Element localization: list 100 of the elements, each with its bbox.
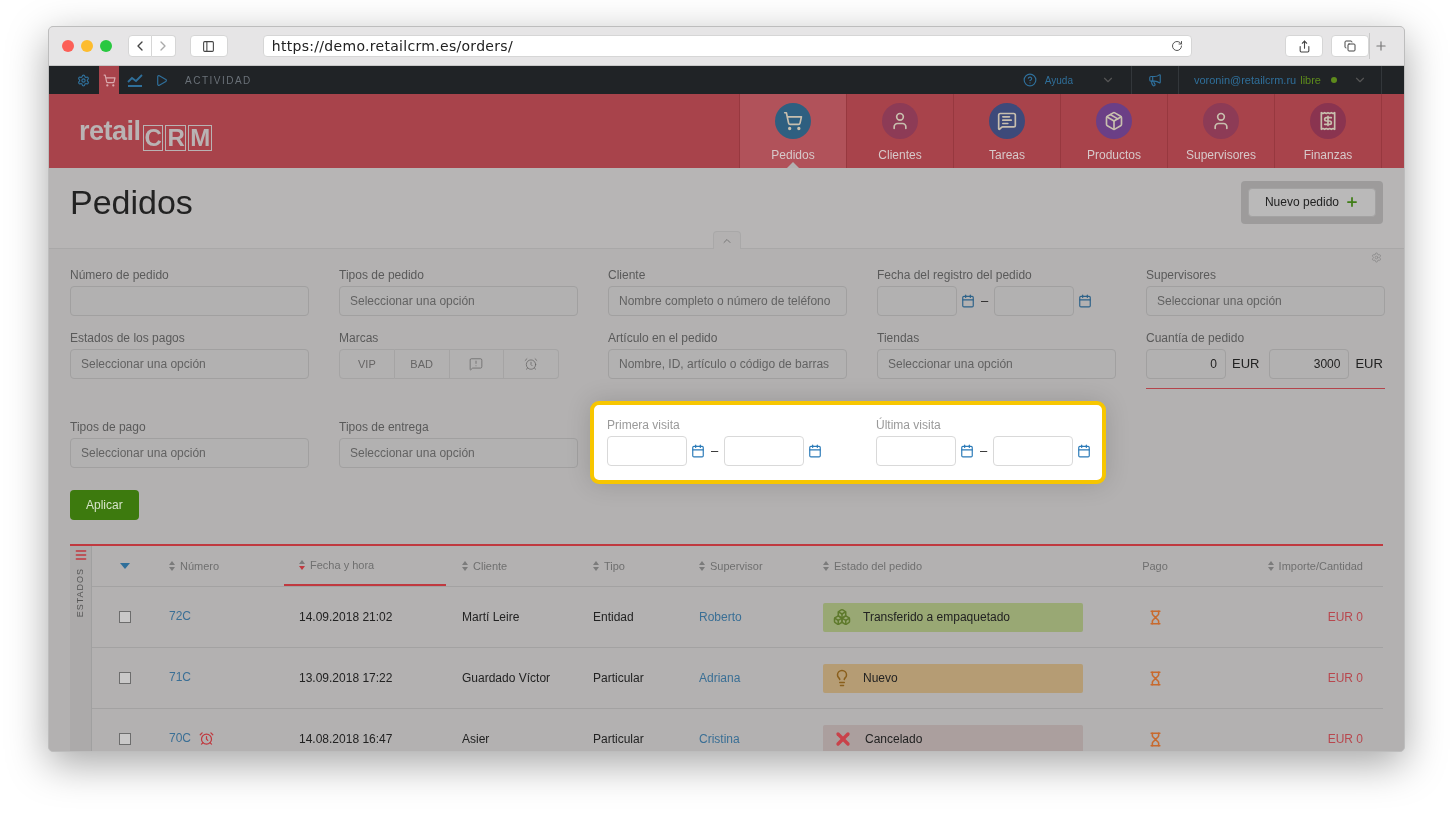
column-header[interactable]: Número bbox=[158, 546, 284, 586]
date-input[interactable] bbox=[607, 436, 687, 466]
type-cell-text: Particular bbox=[593, 731, 644, 748]
maximize-window-button[interactable] bbox=[100, 40, 112, 52]
client-cell-text: Martí Leire bbox=[462, 609, 520, 626]
status-sidebar[interactable]: ESTADOS bbox=[70, 546, 92, 751]
sidebar-toggle-button[interactable] bbox=[189, 35, 228, 57]
cart-tab[interactable] bbox=[99, 66, 119, 94]
calendar-icon[interactable] bbox=[960, 444, 974, 458]
mark-toggle[interactable]: VIP bbox=[339, 349, 395, 379]
plus-icon bbox=[1345, 195, 1359, 209]
filter-label: Fecha del registro del pedido bbox=[877, 267, 1033, 283]
menu-icon[interactable] bbox=[73, 548, 88, 562]
select-field[interactable]: Seleccionar una opción bbox=[1146, 286, 1385, 316]
nav-tab[interactable]: Productos bbox=[1060, 94, 1167, 168]
sort-icon bbox=[169, 561, 175, 571]
nav-tab[interactable]: Tareas bbox=[953, 94, 1060, 168]
supervisor-link[interactable]: Adriana bbox=[699, 669, 741, 687]
share-icon bbox=[1297, 39, 1311, 53]
settings-icon[interactable] bbox=[1371, 252, 1382, 263]
sort-icon bbox=[299, 560, 305, 570]
status-label: Nuevo bbox=[863, 670, 898, 687]
status-sidebar-label: ESTADOS bbox=[73, 568, 86, 618]
calendar-icon[interactable] bbox=[961, 294, 975, 308]
date-input[interactable] bbox=[993, 436, 1074, 466]
nav-tab[interactable]: Clientes bbox=[846, 94, 953, 168]
hourglass-icon bbox=[1147, 731, 1163, 747]
share-button[interactable] bbox=[1285, 35, 1324, 57]
calendar-icon[interactable] bbox=[1078, 294, 1093, 308]
column-header[interactable]: Fecha y hora bbox=[284, 546, 446, 586]
chat-icon bbox=[989, 103, 1025, 139]
forward-button[interactable] bbox=[151, 35, 176, 57]
megaphone-icon[interactable] bbox=[1147, 73, 1162, 87]
column-header[interactable]: Tipo bbox=[580, 546, 686, 586]
input-field[interactable]: Nombre, ID, artículo o código de barras bbox=[608, 349, 847, 379]
input-field[interactable]: Nombre completo o número de teléfono bbox=[608, 286, 847, 316]
cart-icon bbox=[102, 73, 116, 87]
range-separator: – bbox=[980, 442, 988, 461]
back-button[interactable] bbox=[128, 35, 152, 57]
user-email[interactable]: voronin@retailcrm.ru bbox=[1193, 71, 1297, 89]
filter-label: Supervisores bbox=[1146, 267, 1218, 283]
person-icon bbox=[882, 103, 918, 139]
alarm-clock-toggle[interactable] bbox=[504, 349, 559, 379]
amount-cell-text: EUR 0 bbox=[1327, 670, 1363, 687]
filter-label: Marcas bbox=[339, 330, 380, 346]
status-badge[interactable]: Cancelado bbox=[823, 724, 1083, 751]
row-checkbox[interactable] bbox=[119, 611, 131, 623]
row-checkbox[interactable] bbox=[119, 733, 131, 745]
close-window-button[interactable] bbox=[62, 40, 74, 52]
order-number-link[interactable]: 70C bbox=[169, 729, 191, 747]
date-input[interactable] bbox=[724, 436, 805, 466]
chart-icon bbox=[127, 73, 143, 87]
amount-from-field[interactable]: 0 bbox=[1146, 349, 1226, 379]
select-field[interactable]: Seleccionar una opción bbox=[877, 349, 1116, 379]
sort-icon bbox=[823, 561, 829, 571]
column-header[interactable]: Importe/Cantidad bbox=[1210, 546, 1383, 586]
date-cell-text: 14.08.2018 16:47 bbox=[299, 731, 393, 748]
exclamation-mark-toggle[interactable] bbox=[449, 349, 505, 379]
select-field[interactable]: Seleccionar una opción bbox=[339, 286, 578, 316]
select-field[interactable]: Seleccionar una opción bbox=[70, 438, 309, 468]
column-header[interactable]: Estado del pedido bbox=[810, 546, 1100, 586]
address-bar[interactable]: https://demo.retailcrm.es/orders/ bbox=[262, 35, 1193, 57]
amount-cell-text: EUR 0 bbox=[1327, 609, 1363, 626]
order-number-link[interactable]: 71C bbox=[169, 668, 191, 686]
tabs-button[interactable] bbox=[1331, 35, 1370, 57]
filter-label: Tipos de pago bbox=[70, 419, 147, 435]
minimize-window-button[interactable] bbox=[81, 40, 93, 52]
select-field[interactable]: Seleccionar una opción bbox=[339, 438, 578, 468]
new-order-button[interactable]: Nuevo pedido bbox=[1247, 187, 1376, 217]
status-badge[interactable]: Transferido a empaquetado bbox=[823, 602, 1083, 632]
order-number-link[interactable]: 72C bbox=[169, 607, 191, 625]
help-icon[interactable] bbox=[1022, 73, 1037, 87]
nav-tab[interactable]: Supervisores bbox=[1167, 94, 1274, 168]
select-field[interactable]: Seleccionar una opción bbox=[70, 349, 309, 379]
collapse-button[interactable] bbox=[713, 231, 741, 249]
supervisor-link[interactable]: Roberto bbox=[699, 608, 742, 626]
date-input[interactable] bbox=[876, 436, 956, 466]
sort-icon bbox=[699, 561, 705, 571]
boxes-icon bbox=[833, 608, 851, 626]
select-dropdown-icon[interactable] bbox=[120, 563, 130, 569]
user-status: libre bbox=[1300, 72, 1321, 88]
url-text: https://demo.retailcrm.es/orders/ bbox=[271, 36, 513, 56]
help-link[interactable]: Ayuda bbox=[1044, 72, 1073, 88]
column-header[interactable]: Supervisor bbox=[686, 546, 810, 586]
supervisor-link[interactable]: Cristina bbox=[699, 730, 740, 748]
apply-button[interactable]: Aplicar bbox=[70, 490, 139, 520]
calendar-icon[interactable] bbox=[808, 444, 823, 458]
nav-tab[interactable]: Finanzas bbox=[1274, 94, 1381, 168]
status-badge[interactable]: Nuevo bbox=[823, 663, 1083, 693]
calendar-icon[interactable] bbox=[691, 444, 705, 458]
calendar-icon[interactable] bbox=[1077, 444, 1092, 458]
sort-icon bbox=[462, 561, 468, 571]
column-header[interactable]: Cliente bbox=[446, 546, 580, 586]
filter-label: Artículo en el pedido bbox=[608, 330, 719, 346]
amount-to-field[interactable]: 3000 bbox=[1269, 349, 1350, 379]
row-checkbox[interactable] bbox=[119, 672, 131, 684]
nav-tab[interactable]: Pedidos bbox=[739, 94, 846, 168]
activity-label[interactable]: ACTIVIDAD bbox=[185, 72, 252, 88]
mark-toggle[interactable]: BAD bbox=[394, 349, 450, 379]
reload-icon[interactable] bbox=[1171, 40, 1184, 52]
